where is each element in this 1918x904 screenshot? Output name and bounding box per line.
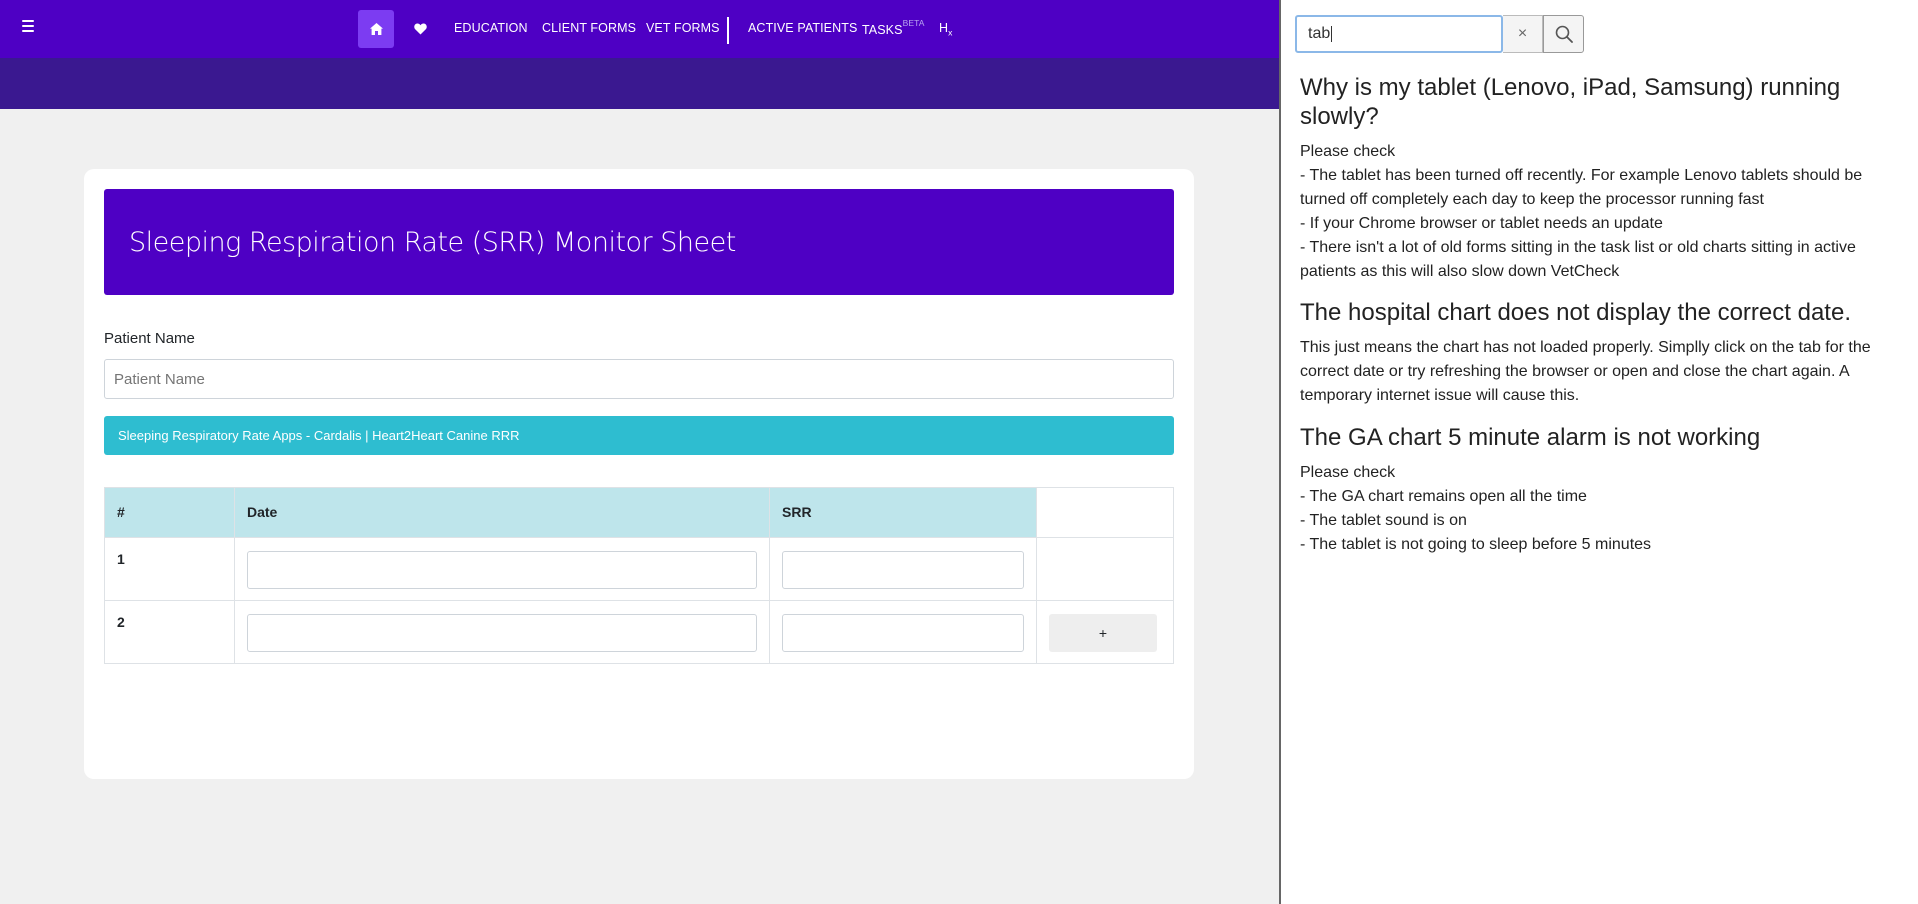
page-title: Sleeping Respiration Rate (SRR) Monitor … (129, 226, 736, 258)
date-cell (234, 600, 770, 664)
srr-apps-button[interactable]: Sleeping Respiratory Rate Apps - Cardali… (104, 416, 1174, 455)
col-header-actions (1036, 487, 1174, 538)
action-cell: + (1036, 600, 1174, 664)
search-button[interactable] (1543, 15, 1584, 53)
nav-vet-forms[interactable]: VET FORMS (646, 21, 720, 35)
add-row-button[interactable]: + (1049, 614, 1157, 652)
sub-header-bar (0, 58, 1279, 109)
faq-line: This just means the chart has not loaded… (1300, 339, 1871, 404)
row-number: 1 (104, 537, 235, 601)
top-nav: EDUCATION CLIENT FORMS VET FORMS ACTIVE … (0, 0, 1279, 58)
faq-line: Please check (1300, 464, 1396, 481)
date-cell (234, 537, 770, 601)
date-input[interactable] (247, 551, 757, 589)
help-search-input[interactable]: tab (1295, 15, 1503, 53)
faq-title: Why is my tablet (Lenovo, iPad, Samsung)… (1300, 74, 1841, 130)
beta-badge: BETA (902, 18, 925, 28)
form-title-banner: Sleeping Respiration Rate (SRR) Monitor … (104, 189, 1174, 295)
faq-item: The GA chart 5 minute alarm is not worki… (1300, 423, 1890, 557)
nav-education[interactable]: EDUCATION (454, 21, 528, 35)
nav-hx-label: H (939, 21, 949, 35)
faq-line: - The GA chart remains open all the time (1300, 488, 1587, 505)
search-icon (1555, 25, 1573, 43)
faq-line: - The tablet sound is on (1300, 512, 1467, 529)
faq-line: - There isn't a lot of old forms sitting… (1300, 239, 1856, 280)
nav-hx[interactable]: Hx (939, 21, 953, 38)
table-row: 2 + (104, 600, 1174, 664)
row-number: 2 (104, 600, 235, 664)
patient-name-input[interactable] (104, 359, 1174, 399)
faq-line: - The tablet has been turned off recentl… (1300, 167, 1863, 208)
table-header-row: # Date SRR (104, 487, 1174, 538)
home-button[interactable] (358, 10, 394, 48)
col-header-number: # (104, 487, 235, 538)
srr-cell (769, 600, 1037, 664)
nav-tasks[interactable]: TASKSBETA (862, 18, 925, 38)
nav-client-forms[interactable]: CLIENT FORMS (542, 21, 636, 35)
action-cell (1036, 537, 1174, 601)
nav-divider (727, 17, 729, 44)
faq-title: The hospital chart does not display the … (1300, 299, 1851, 326)
srr-table: # Date SRR 1 2 + (104, 487, 1174, 664)
faq-item: The hospital chart does not display the … (1300, 298, 1890, 408)
table-row: 1 (104, 537, 1174, 601)
col-header-date: Date (234, 487, 770, 538)
close-icon: × (1517, 25, 1528, 42)
nav-tasks-label: TASKS (862, 23, 903, 38)
patient-name-label: Patient Name (104, 330, 195, 347)
text-caret (1331, 26, 1333, 42)
faq-title: The GA chart 5 minute alarm is not worki… (1300, 424, 1761, 451)
col-header-srr: SRR (769, 487, 1037, 538)
faq-item: Why is my tablet (Lenovo, iPad, Samsung)… (1300, 73, 1890, 284)
nav-active-patients[interactable]: ACTIVE PATIENTS (748, 21, 857, 35)
srr-input[interactable] (782, 614, 1024, 652)
search-value: tab (1308, 25, 1331, 42)
hamburger-menu-icon[interactable] (22, 20, 34, 32)
faq-line: - If your Chrome browser or tablet needs… (1300, 215, 1663, 232)
home-icon (369, 23, 383, 35)
nav-hx-sub: x (948, 27, 953, 38)
srr-cell (769, 537, 1037, 601)
date-input[interactable] (247, 614, 757, 652)
heart-icon (413, 23, 427, 35)
clear-search-button[interactable]: × (1503, 15, 1543, 53)
faq-line: Please check (1300, 143, 1396, 160)
favorites-button[interactable] (410, 19, 430, 39)
srr-input[interactable] (782, 551, 1024, 589)
faq-line: - The tablet is not going to sleep befor… (1300, 536, 1652, 553)
